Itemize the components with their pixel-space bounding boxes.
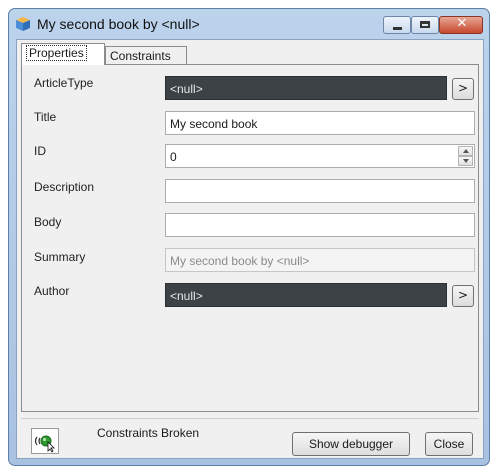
cube-app-icon <box>16 17 30 31</box>
summary-field: My second book by <null> <box>165 248 475 272</box>
tab-label: Properties <box>26 45 87 61</box>
close-icon: ✕ <box>456 16 468 31</box>
author-select-button[interactable]: > <box>452 285 474 307</box>
constraint-status-icon[interactable] <box>31 428 59 454</box>
article-type-select-button[interactable]: > <box>452 78 474 100</box>
close-button[interactable]: Close <box>425 432 473 456</box>
maximize-button[interactable] <box>411 16 439 34</box>
body-label: Body <box>34 215 62 229</box>
tab-properties[interactable]: Properties <box>21 43 105 65</box>
broadcast-icon <box>34 435 55 453</box>
close-window-button[interactable]: ✕ <box>439 16 483 34</box>
description-label: Description <box>34 180 95 194</box>
id-spinner <box>458 146 473 166</box>
tab-constraints[interactable]: Constraints <box>105 46 187 65</box>
increment-icon[interactable] <box>458 146 473 156</box>
id-value: 0 <box>170 150 177 164</box>
id-label: ID <box>34 144 46 158</box>
id-stepper[interactable]: 0 <box>165 144 475 168</box>
dialog-client-area: Properties Constraints ArticleType <null… <box>16 39 484 459</box>
properties-panel: ArticleType <null> > Title My second boo… <box>21 64 479 412</box>
show-debugger-button[interactable]: Show debugger <box>292 432 410 456</box>
footer-divider <box>21 418 479 419</box>
decrement-icon[interactable] <box>458 156 473 166</box>
tab-label: Constraints <box>110 49 171 63</box>
author-field[interactable]: <null> <box>165 283 447 307</box>
dialog-window: My second book by <null> ✕ Properties Co… <box>8 8 490 466</box>
minimize-icon <box>393 27 402 30</box>
description-input[interactable] <box>165 179 475 203</box>
title-input[interactable]: My second book <box>165 111 475 135</box>
minimize-button[interactable] <box>383 16 411 34</box>
title-bar[interactable]: My second book by <null> ✕ <box>9 9 489 39</box>
body-input[interactable] <box>165 213 475 237</box>
summary-label: Summary <box>34 250 86 264</box>
author-label: Author <box>34 284 70 298</box>
article-type-label: ArticleType <box>34 76 94 90</box>
window-title: My second book by <null> <box>37 16 200 32</box>
article-type-field[interactable]: <null> <box>165 76 447 100</box>
maximize-icon <box>420 21 430 28</box>
constraint-status-text: Constraints Broken <box>97 426 200 440</box>
title-label: Title <box>34 110 57 124</box>
